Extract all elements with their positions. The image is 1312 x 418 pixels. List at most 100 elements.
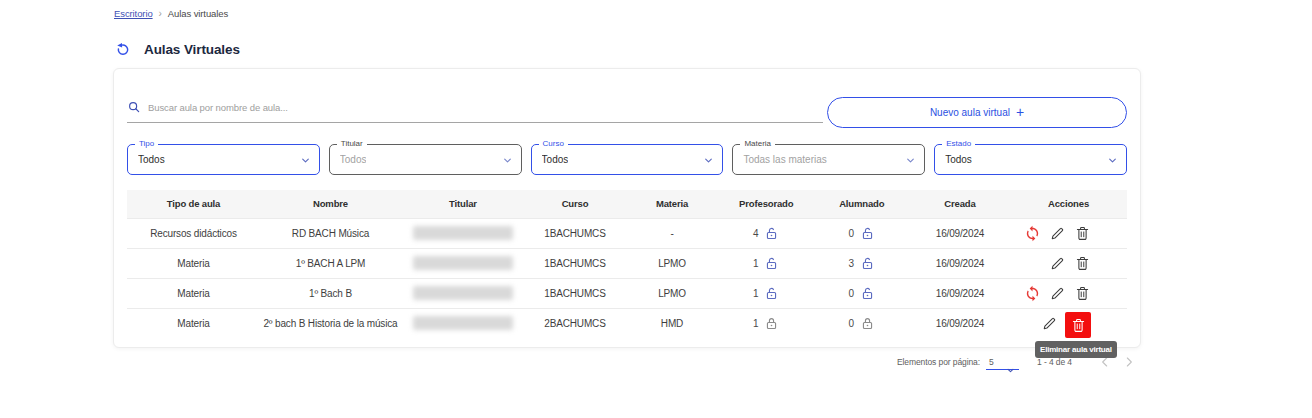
new-aula-button[interactable]: Nuevo aula virtual + bbox=[827, 97, 1127, 128]
new-aula-button-label: Nuevo aula virtual bbox=[930, 107, 1010, 118]
sync-icon[interactable] bbox=[1023, 224, 1041, 242]
redacted-titular bbox=[413, 316, 513, 330]
cell-profesorado: 4 bbox=[719, 218, 814, 248]
chevron-down-icon bbox=[903, 153, 918, 168]
lock-open-icon[interactable] bbox=[764, 256, 779, 271]
filter-value: Todos bbox=[138, 154, 165, 165]
cell-creada: 16/09/2024 bbox=[910, 278, 1010, 308]
lock-closed-icon[interactable] bbox=[860, 316, 875, 331]
cell-titular bbox=[401, 308, 525, 338]
delete-icon[interactable] bbox=[1073, 284, 1091, 302]
cell-nombre: 1º BACH A LPM bbox=[260, 248, 401, 278]
cell-tipo-de-aula: Materia bbox=[127, 248, 260, 278]
delete-tooltip: Eliminar aula virtual bbox=[1035, 341, 1117, 358]
filter-label: Materia bbox=[740, 139, 775, 148]
cell-materia: LPMO bbox=[625, 248, 719, 278]
back-undo-icon[interactable] bbox=[115, 40, 133, 58]
cell-acciones bbox=[1010, 278, 1127, 308]
filter-label: Curso bbox=[539, 139, 568, 148]
cell-materia: HMD bbox=[625, 308, 719, 338]
cell-materia: LPMO bbox=[625, 278, 719, 308]
title-row: Aulas Virtuales bbox=[115, 40, 240, 58]
filter-select-tipo[interactable]: Tipo Todos bbox=[127, 144, 320, 175]
search-row: Nuevo aula virtual + bbox=[127, 96, 1127, 128]
filter-value: Todas las materias bbox=[743, 154, 826, 165]
column-header: Nombre bbox=[260, 190, 401, 218]
lock-open-icon[interactable] bbox=[764, 286, 779, 301]
cell-materia: - bbox=[625, 218, 719, 248]
next-page-button[interactable] bbox=[1121, 354, 1137, 370]
column-header: Titular bbox=[401, 190, 525, 218]
cell-alumnado: 0 bbox=[814, 278, 911, 308]
page-title: Aulas Virtuales bbox=[144, 42, 240, 57]
table-row: Materia 2º bach B Historia de la música … bbox=[127, 308, 1127, 338]
lock-open-icon[interactable] bbox=[764, 226, 779, 241]
aulas-virtuales-page: Escritorio › Aulas virtuales Aulas Virtu… bbox=[0, 0, 1312, 418]
table-row: Materia 1º Bach B 1BACHUMCS LPMO 1 0 16/… bbox=[127, 278, 1127, 308]
cell-profesorado: 1 bbox=[719, 248, 814, 278]
column-header: Materia bbox=[625, 190, 719, 218]
breadcrumb-link-escritorio[interactable]: Escritorio bbox=[114, 8, 153, 19]
cell-profesorado: 1 bbox=[719, 308, 814, 338]
cell-titular bbox=[401, 218, 525, 248]
table-header-row: Tipo de aulaNombreTitularCursoMateriaPro… bbox=[127, 190, 1127, 218]
column-header: Acciones bbox=[1010, 190, 1127, 218]
cell-nombre: 2º bach B Historia de la música bbox=[260, 308, 401, 338]
filter-label: Estado bbox=[942, 139, 975, 148]
aulas-table: Tipo de aulaNombreTitularCursoMateriaPro… bbox=[127, 190, 1127, 338]
filter-value: Todos bbox=[542, 154, 569, 165]
cell-curso: 1BACHUMCS bbox=[525, 218, 625, 248]
cell-alumnado: 0 bbox=[814, 218, 911, 248]
cell-nombre: 1º Bach B bbox=[260, 278, 401, 308]
redacted-titular bbox=[413, 286, 513, 300]
redacted-titular bbox=[413, 256, 513, 270]
breadcrumb: Escritorio › Aulas virtuales bbox=[114, 8, 228, 19]
search-icon bbox=[127, 100, 141, 114]
sync-icon[interactable] bbox=[1023, 284, 1041, 302]
pagination-range: 1 - 4 de 4 bbox=[1037, 357, 1072, 367]
filter-select-curso[interactable]: Curso Todos bbox=[531, 144, 724, 175]
edit-icon[interactable] bbox=[1048, 284, 1066, 302]
aulas-card: Nuevo aula virtual + Tipo Todos Titular … bbox=[113, 68, 1141, 348]
search-input[interactable] bbox=[148, 102, 823, 113]
chevron-down-icon bbox=[1105, 153, 1120, 168]
lock-closed-icon[interactable] bbox=[764, 316, 779, 331]
lock-open-icon[interactable] bbox=[860, 256, 875, 271]
search-field[interactable] bbox=[127, 96, 823, 123]
cell-tipo-de-aula: Recursos didácticos bbox=[127, 218, 260, 248]
filter-select-materia[interactable]: Materia Todas las materias bbox=[732, 144, 925, 175]
page-size-value: 5 bbox=[989, 357, 994, 367]
cell-curso: 1BACHUMCS bbox=[525, 278, 625, 308]
chevron-down-icon bbox=[701, 153, 716, 168]
column-header: Curso bbox=[525, 190, 625, 218]
cell-acciones bbox=[1010, 248, 1127, 278]
table-row: Materia 1º BACH A LPM 1BACHUMCS LPMO 1 3… bbox=[127, 248, 1127, 278]
edit-icon[interactable] bbox=[1040, 314, 1058, 332]
table-row: Recursos didácticos RD BACH Música 1BACH… bbox=[127, 218, 1127, 248]
edit-icon[interactable] bbox=[1048, 224, 1066, 242]
cell-curso: 1BACHUMCS bbox=[525, 248, 625, 278]
page-size-select[interactable]: 5 bbox=[986, 355, 1019, 370]
filter-select-estado[interactable]: Estado Todos bbox=[934, 144, 1127, 175]
lock-open-icon[interactable] bbox=[860, 226, 875, 241]
filter-label: Titular bbox=[337, 139, 367, 148]
redacted-titular bbox=[413, 226, 513, 240]
cell-profesorado: 1 bbox=[719, 278, 814, 308]
column-header: Profesorado bbox=[719, 190, 814, 218]
column-header: Creada bbox=[910, 190, 1010, 218]
filter-select-titular[interactable]: Titular Todos bbox=[329, 144, 522, 175]
delete-icon-highlighted[interactable] bbox=[1065, 312, 1091, 338]
chevron-down-icon bbox=[298, 153, 313, 168]
items-per-page-label: Elementos por página: bbox=[897, 357, 980, 367]
cell-alumnado: 0 bbox=[814, 308, 911, 338]
filter-value: Todos bbox=[945, 154, 972, 165]
delete-icon[interactable] bbox=[1073, 254, 1091, 272]
cell-acciones bbox=[1010, 218, 1127, 248]
edit-icon[interactable] bbox=[1048, 254, 1066, 272]
lock-open-icon[interactable] bbox=[860, 286, 875, 301]
filter-value: Todos bbox=[340, 154, 367, 165]
delete-icon[interactable] bbox=[1073, 224, 1091, 242]
chevron-down-icon bbox=[500, 153, 515, 168]
column-header: Tipo de aula bbox=[127, 190, 260, 218]
cell-acciones bbox=[1010, 308, 1127, 338]
